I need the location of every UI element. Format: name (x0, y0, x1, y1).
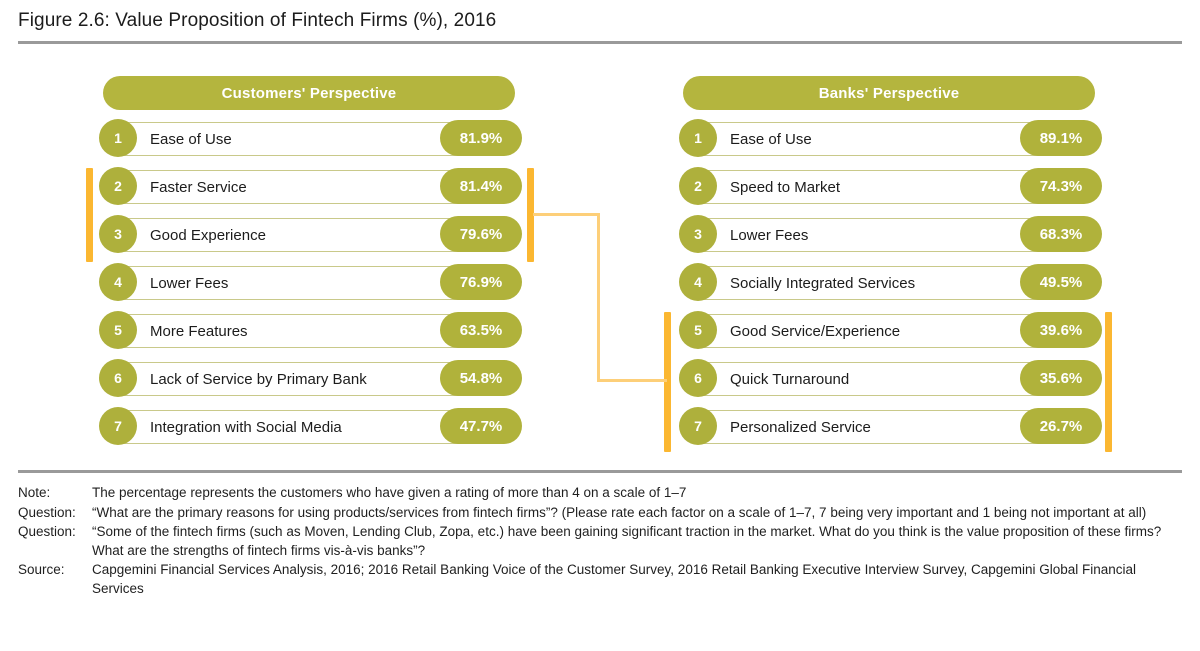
row-label: Quick Turnaround (730, 370, 850, 388)
row-list-customers: 1 Ease of Use 81.9% 2 Faster Service 81.… (99, 119, 522, 445)
rank-badge: 2 (99, 167, 137, 205)
table-row[interactable]: 3 Good Experience 79.6% (99, 215, 522, 253)
rank-badge: 5 (99, 311, 137, 349)
table-row[interactable]: 4 Socially Integrated Services 49.5% (679, 263, 1102, 301)
row-value-badge: 54.8% (440, 360, 522, 396)
row-value-badge: 79.6% (440, 216, 522, 252)
row-label: Lack of Service by Primary Bank (150, 370, 367, 388)
footnote-text: “Some of the fintech firms (such as Move… (92, 524, 1162, 558)
rank-badge: 4 (679, 263, 717, 301)
row-label: Speed to Market (730, 178, 841, 196)
row-value-badge: 63.5% (440, 312, 522, 348)
rank-badge: 3 (679, 215, 717, 253)
footnote-note: Note: The percentage represents the cust… (18, 484, 1186, 503)
footnote-divider (18, 470, 1182, 473)
table-row[interactable]: 5 Good Service/Experience 39.6% (679, 311, 1102, 349)
table-row[interactable]: 7 Personalized Service 26.7% (679, 407, 1102, 445)
row-label: Faster Service (150, 178, 247, 196)
row-label: Integration with Social Media (150, 418, 342, 436)
table-row[interactable]: 2 Speed to Market 74.3% (679, 167, 1102, 205)
chart-area: Customers' Perspective 1 Ease of Use 81.… (0, 0, 1200, 470)
rank-badge: 4 (99, 263, 137, 301)
row-value-badge: 76.9% (440, 264, 522, 300)
table-row[interactable]: 3 Lower Fees 68.3% (679, 215, 1102, 253)
highlight-bracket-customers-left (86, 168, 93, 262)
column-header-banks: Banks' Perspective (683, 76, 1095, 110)
row-label: Personalized Service (730, 418, 871, 436)
row-value-badge: 89.1% (1020, 120, 1102, 156)
row-label: Good Experience (150, 226, 266, 244)
rank-badge: 7 (99, 407, 137, 445)
row-label: More Features (150, 322, 248, 340)
highlight-bracket-banks-right (1105, 312, 1112, 452)
rank-badge: 7 (679, 407, 717, 445)
connector-segment-middle (597, 213, 600, 380)
column-header-customers: Customers' Perspective (103, 76, 515, 110)
rank-badge: 2 (679, 167, 717, 205)
row-label: Ease of Use (730, 130, 812, 148)
row-value-badge: 74.3% (1020, 168, 1102, 204)
rank-badge: 5 (679, 311, 717, 349)
footnote-text: The percentage represents the customers … (92, 485, 687, 500)
row-label: Socially Integrated Services (730, 274, 916, 292)
row-value-badge: 49.5% (1020, 264, 1102, 300)
table-row[interactable]: 5 More Features 63.5% (99, 311, 522, 349)
row-list-banks: 1 Ease of Use 89.1% 2 Speed to Market 74… (679, 119, 1102, 445)
footnote-question-2: Question: “Some of the fintech firms (su… (18, 523, 1186, 560)
footnote-label: Question: (18, 504, 76, 520)
footnote-text: “What are the primary reasons for using … (92, 504, 1147, 520)
row-label: Lower Fees (730, 226, 809, 244)
column-banks-perspective: Banks' Perspective 1 Ease of Use 89.1% 2… (679, 76, 1102, 445)
row-value-badge: 81.4% (440, 168, 522, 204)
table-row[interactable]: 4 Lower Fees 76.9% (99, 263, 522, 301)
rank-badge: 1 (679, 119, 717, 157)
connector-segment-bottom (597, 379, 667, 382)
table-row[interactable]: 6 Lack of Service by Primary Bank 54.8% (99, 359, 522, 397)
table-row[interactable]: 7 Integration with Social Media 47.7% (99, 407, 522, 445)
row-label: Lower Fees (150, 274, 229, 292)
footnote-question-1: Question: “What are the primary reasons … (18, 504, 1186, 523)
footnote-label: Question: (18, 524, 76, 539)
row-value-badge: 35.6% (1020, 360, 1102, 396)
row-value-badge: 68.3% (1020, 216, 1102, 252)
table-row[interactable]: 6 Quick Turnaround 35.6% (679, 359, 1102, 397)
connector-segment-top (533, 213, 600, 216)
row-label: Good Service/Experience (730, 322, 901, 340)
rank-badge: 6 (99, 359, 137, 397)
table-row[interactable]: 2 Faster Service 81.4% (99, 167, 522, 205)
rank-badge: 1 (99, 119, 137, 157)
footnote-source: Source: Capgemini Financial Services Ana… (18, 561, 1186, 598)
footnotes: Note: The percentage represents the cust… (18, 484, 1186, 599)
footnote-text: Capgemini Financial Services Analysis, 2… (92, 562, 1137, 596)
row-value-badge: 47.7% (440, 408, 522, 444)
row-value-badge: 81.9% (440, 120, 522, 156)
table-row[interactable]: 1 Ease of Use 81.9% (99, 119, 522, 157)
rank-badge: 6 (679, 359, 717, 397)
row-value-badge: 39.6% (1020, 312, 1102, 348)
row-value-badge: 26.7% (1020, 408, 1102, 444)
row-label: Ease of Use (150, 130, 232, 148)
highlight-bracket-banks-left (664, 312, 671, 452)
rank-badge: 3 (99, 215, 137, 253)
column-customers-perspective: Customers' Perspective 1 Ease of Use 81.… (99, 76, 522, 445)
footnote-label: Note: (18, 485, 51, 500)
footnote-label: Source: (18, 562, 65, 577)
table-row[interactable]: 1 Ease of Use 89.1% (679, 119, 1102, 157)
